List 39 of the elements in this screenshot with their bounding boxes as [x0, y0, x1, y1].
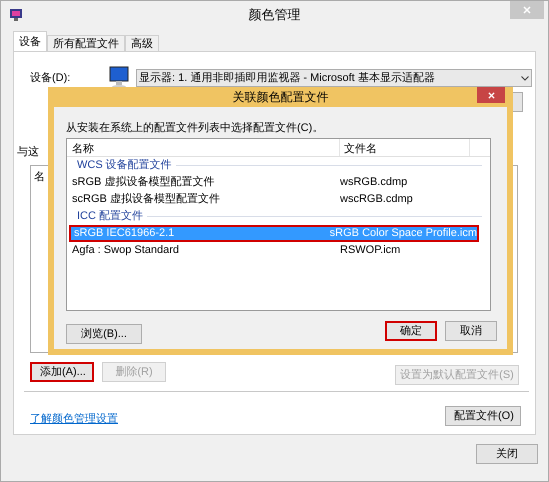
close-dialog-button[interactable]: 关闭 — [476, 444, 538, 464]
profiles-button[interactable]: 配置文件(O) — [445, 406, 521, 426]
close-icon — [523, 6, 531, 14]
profile-name: scRGB 虚拟设备模型配置文件 — [71, 192, 221, 208]
help-link[interactable]: 了解颜色管理设置 — [30, 411, 118, 428]
dialog-button[interactable]: 取消 — [445, 321, 497, 341]
chevron-down-icon — [521, 76, 529, 80]
file-name: wscRGB.cdmp — [340, 192, 413, 208]
group-header: ICC 配置文件 — [77, 208, 144, 224]
column-header: 名称 — [67, 139, 340, 156]
browse-button[interactable]: 浏览(B)... — [66, 324, 142, 344]
profile-name: sRGB 虚拟设备模型配置文件 — [71, 174, 216, 190]
column-header: 名 — [34, 170, 45, 185]
tab[interactable]: 高级 — [125, 35, 159, 51]
list-row[interactable]: sRGB 虚拟设备模型配置文件 wsRGB.cdmp — [69, 174, 479, 191]
list-row[interactable]: scRGB 虚拟设备模型配置文件 wscRGB.cdmp — [69, 191, 479, 208]
close-icon — [488, 92, 494, 98]
tab[interactable]: 设备 — [13, 31, 47, 51]
profile-name: sRGB IEC61966-2.1 — [73, 226, 176, 242]
dialog-title: 关联颜色配置文件 — [232, 89, 328, 106]
dialog-button[interactable]: 确定 — [385, 321, 437, 341]
list-label: 与这 — [17, 144, 39, 160]
instruction-text: 从安装在系统上的配置文件列表中选择配置文件(C)。 — [66, 120, 324, 136]
dropdown-value: 显示器: 1. 通用非即插即用监视器 - Microsoft 基本显示适配器 — [139, 70, 435, 86]
profile-name: Agfa : Swop Standard — [71, 243, 180, 258]
monitor-icon — [9, 8, 23, 22]
file-name: sRGB Color Space Profile.icm — [330, 226, 477, 242]
column-header: 文件名 — [340, 139, 470, 156]
device-dropdown[interactable]: 显示器: 1. 通用非即插即用监视器 - Microsoft 基本显示适配器 — [136, 69, 532, 87]
close-button[interactable] — [477, 87, 505, 103]
file-name: wsRGB.cdmp — [340, 175, 408, 190]
monitor-icon — [108, 66, 130, 90]
action-button[interactable]: 添加(A)... — [30, 362, 94, 382]
device-label: 设备(D): — [30, 70, 72, 86]
file-name: RSWOP.icm — [340, 243, 400, 258]
window-title: 颜色管理 — [248, 6, 300, 24]
list-row[interactable]: Agfa : Swop Standard RSWOP.icm — [69, 242, 479, 259]
tab[interactable]: 所有配置文件 — [47, 35, 125, 51]
group-header: WCS 设备配置文件 — [77, 158, 173, 174]
